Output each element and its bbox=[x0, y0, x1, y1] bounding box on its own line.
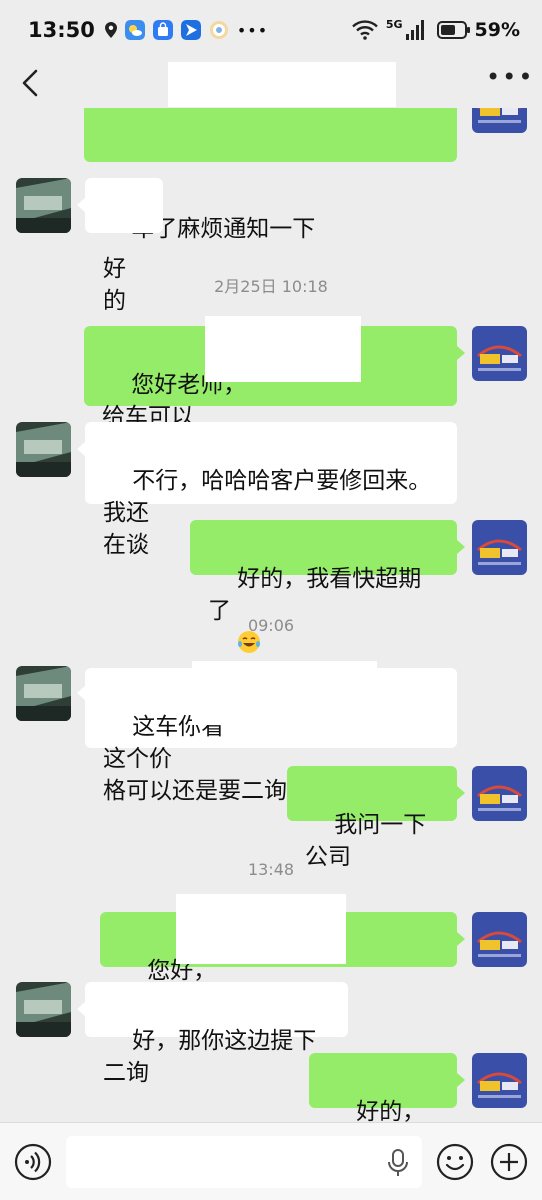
battery-icon bbox=[436, 21, 470, 39]
bubble-tail bbox=[457, 1073, 465, 1087]
my-avatar[interactable] bbox=[472, 520, 527, 575]
signal-icon bbox=[405, 20, 424, 40]
my-avatar[interactable] bbox=[472, 912, 527, 967]
my-avatar[interactable] bbox=[472, 108, 527, 133]
timestamp: 09:06 bbox=[247, 616, 295, 635]
timestamp: 13:48 bbox=[247, 860, 295, 879]
timestamp: 2月25日 10:18 bbox=[214, 277, 328, 296]
message-input[interactable] bbox=[66, 1136, 422, 1188]
bubble-tail bbox=[77, 198, 85, 212]
status-time: 13:50 bbox=[28, 18, 95, 42]
status-right: 5G 59% bbox=[351, 17, 520, 41]
status-bar: 13:50 ••• 5G 59% bbox=[0, 0, 542, 60]
bag-app-icon bbox=[152, 20, 173, 40]
message-bubble-sent[interactable]: 好的，我看快超期了 bbox=[190, 520, 457, 653]
contact-avatar[interactable] bbox=[16, 178, 71, 233]
chevron-left-icon[interactable] bbox=[18, 68, 42, 98]
nav-bar: ••• bbox=[0, 60, 542, 108]
input-bar bbox=[0, 1122, 542, 1200]
bubble-tail bbox=[457, 786, 465, 800]
message-bubble-received[interactable]: 好的 bbox=[85, 178, 163, 314]
more-notifications-icon: ••• bbox=[236, 20, 269, 40]
message-bubble-received[interactable]: 好，那你这边提下二询 bbox=[85, 982, 348, 1086]
message-bubble-received[interactable]: 不行，哈哈哈客户要修回来。我还 在谈 bbox=[85, 422, 457, 558]
redaction-block bbox=[192, 661, 377, 725]
contact-avatar[interactable] bbox=[16, 422, 71, 477]
more-dots-icon[interactable]: ••• bbox=[486, 65, 532, 92]
navigation-app-icon bbox=[180, 20, 201, 40]
message-text: 好，那你这边提下二询 bbox=[103, 1028, 317, 1086]
bubble-tail bbox=[457, 346, 465, 360]
my-avatar[interactable] bbox=[472, 1053, 527, 1108]
redaction-block bbox=[176, 894, 346, 964]
voice-icon[interactable] bbox=[14, 1143, 52, 1181]
emoji-icon[interactable] bbox=[436, 1143, 474, 1181]
message-bubble-sent[interactable]: 我问一下公司 bbox=[287, 766, 457, 870]
weather-app-icon bbox=[124, 20, 145, 40]
wifi-icon bbox=[351, 20, 378, 40]
my-avatar[interactable] bbox=[472, 326, 527, 381]
chat-area: 车了麻烦通知一下 好的 2月25日 10:18 您好老师， 给车可以 拖车了吗?… bbox=[0, 108, 542, 1122]
browser-app-icon bbox=[209, 21, 228, 39]
message-text: 好的，谢谢 bbox=[356, 1099, 426, 1122]
contact-avatar[interactable] bbox=[16, 982, 71, 1037]
plus-icon[interactable] bbox=[490, 1143, 528, 1181]
bubble-tail bbox=[457, 540, 465, 554]
location-icon bbox=[104, 22, 117, 38]
message-bubble-sent[interactable]: 车了麻烦通知一下 bbox=[84, 108, 457, 242]
contact-avatar[interactable] bbox=[16, 666, 71, 721]
redaction-block bbox=[205, 316, 361, 382]
my-avatar[interactable] bbox=[472, 766, 527, 821]
battery-percentage: 59% bbox=[474, 19, 520, 41]
bubble-tail bbox=[457, 932, 465, 946]
network-type: 5G bbox=[385, 17, 403, 31]
mic-icon[interactable] bbox=[386, 1149, 410, 1177]
message-bubble-sent[interactable]: 好的，谢谢 bbox=[309, 1053, 457, 1122]
bubble-tail bbox=[77, 1002, 85, 1016]
chat-title-redacted bbox=[168, 62, 396, 107]
bubble-tail bbox=[77, 442, 85, 456]
bubble-tail bbox=[77, 686, 85, 700]
